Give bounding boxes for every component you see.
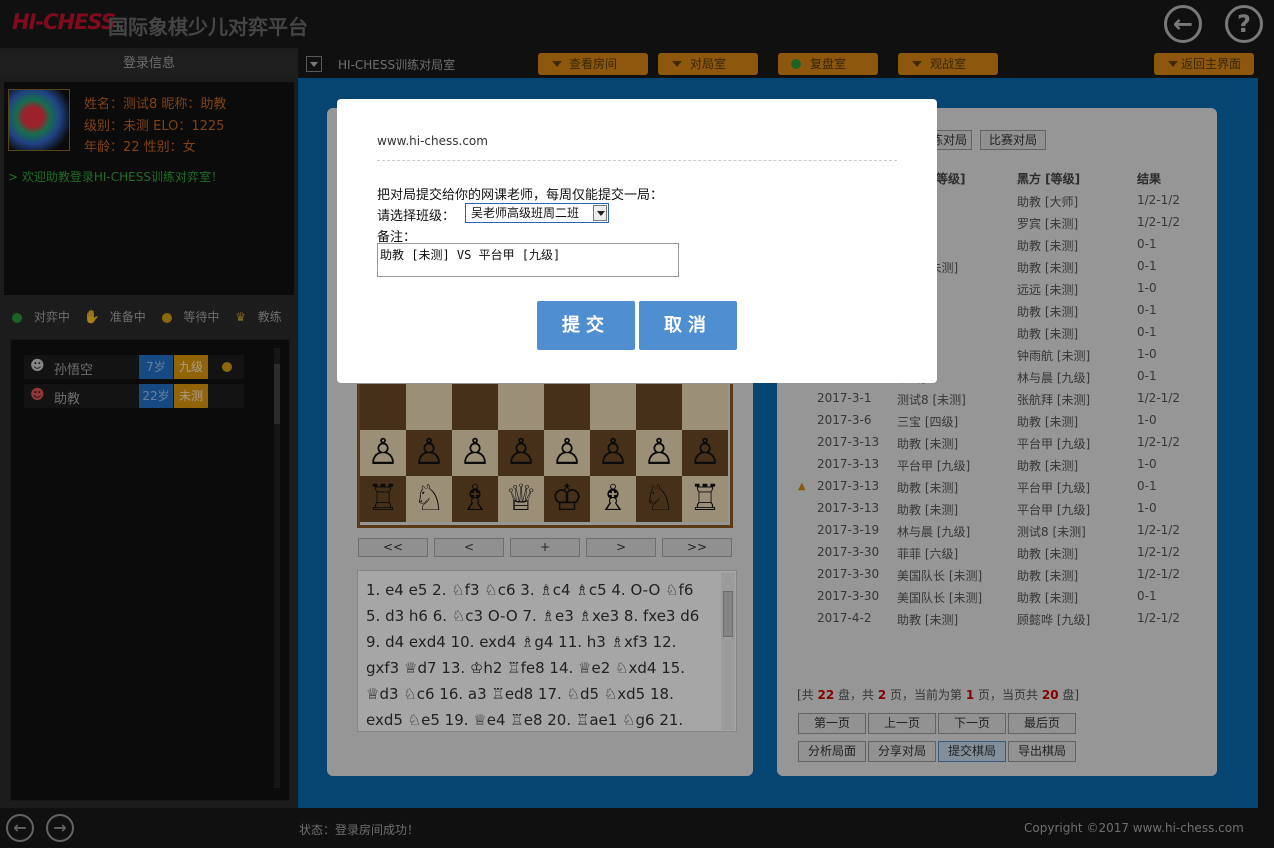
- selected-class: 吴老师高级班周二班: [471, 206, 580, 220]
- dialog-prompt: 把对局提交给你的网课老师，每周仅能提交一局：: [377, 188, 664, 203]
- dialog-site: www.hi-chess.com: [377, 134, 488, 148]
- class-select-label: 请选择班级：: [377, 209, 456, 224]
- app-root: HI-CHESS 国际象棋少儿对弈平台 ← ? 登录信息 姓名：测试8 昵称：助…: [0, 0, 1274, 848]
- submit-dialog: www.hi-chess.com 把对局提交给你的网课老师，每周仅能提交一局： …: [337, 99, 937, 383]
- submit-button[interactable]: 提交: [537, 301, 635, 350]
- chevron-down-icon: [593, 205, 607, 221]
- dialog-divider: [377, 160, 897, 161]
- class-select[interactable]: 吴老师高级班周二班: [465, 203, 609, 223]
- cancel-button[interactable]: 取消: [639, 301, 737, 350]
- remark-field[interactable]: 助教 [未测] VS 平台甲 [九级]: [377, 243, 679, 277]
